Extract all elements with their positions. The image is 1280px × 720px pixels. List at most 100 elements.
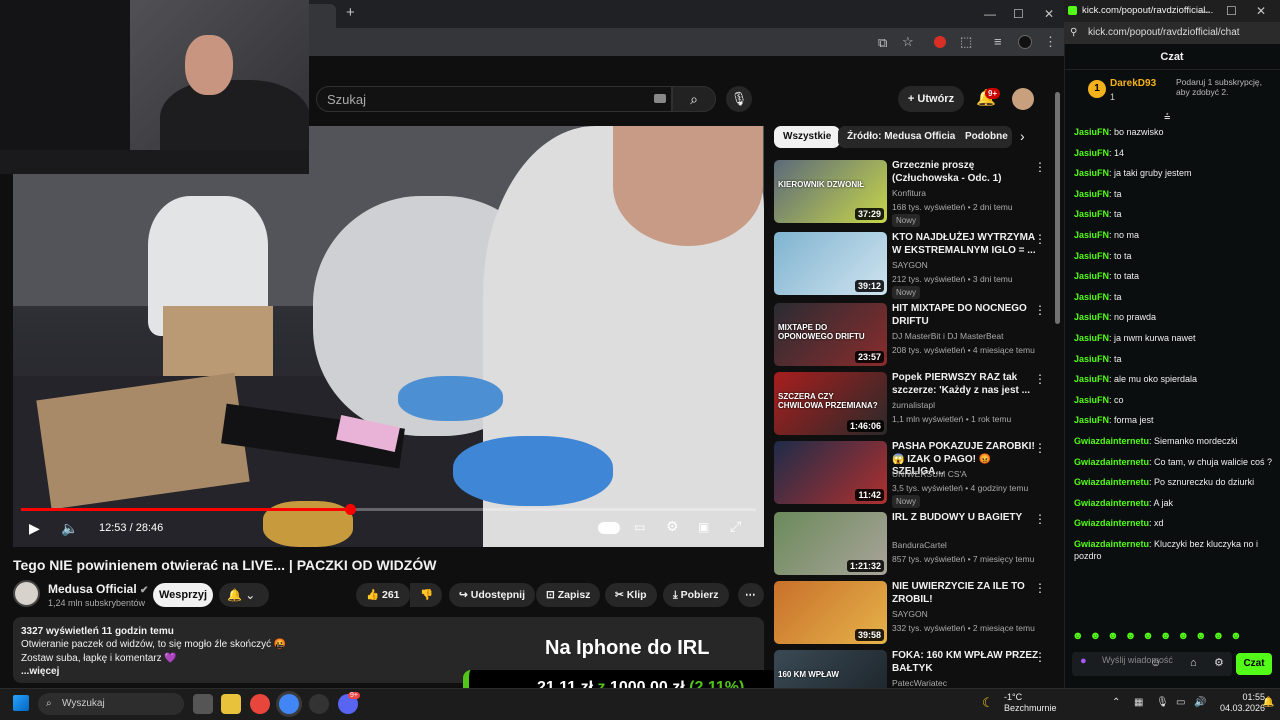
- settings-gear-icon[interactable]: ⚙: [666, 518, 679, 535]
- more-options-icon[interactable]: ⋮: [1034, 581, 1046, 595]
- subscription-bell-button[interactable]: 🔔 ⌄: [219, 583, 269, 607]
- chip-similar[interactable]: Podobne: [956, 126, 1012, 148]
- mic-button[interactable]: 🎙: [726, 86, 752, 112]
- more-options-icon[interactable]: ⋮: [1034, 650, 1046, 664]
- taskbar-search[interactable]: ⌕ Wyszukaj: [38, 693, 184, 715]
- subtitles-icon[interactable]: ▭: [634, 520, 645, 534]
- video-thumbnail[interactable]: MIXTAPE DO OPONOWEGO DRIFTU 23:57: [774, 303, 887, 366]
- save-button[interactable]: ⊡ Zapisz: [536, 583, 601, 607]
- clock[interactable]: 01:55 04.03.2026: [1220, 692, 1265, 714]
- recommended-title[interactable]: HIT MIXTAPE DO NOCNEGO DRIFTU: [892, 303, 1040, 328]
- media-icon[interactable]: ≡: [994, 34, 1002, 49]
- channel-avatar[interactable]: [13, 580, 40, 607]
- chrome-active-icon[interactable]: [279, 694, 299, 714]
- play-icon[interactable]: ▶: [29, 520, 40, 537]
- recommended-video[interactable]: KIEROWNIK DZWONIŁ 37:29 Grzecznie proszę (…: [774, 160, 1054, 227]
- scrollbar[interactable]: [1055, 92, 1060, 324]
- chat-username[interactable]: JasiuFN: [1074, 271, 1109, 281]
- chat-username[interactable]: JasiuFN: [1074, 374, 1109, 384]
- menu-dots-icon[interactable]: ⋮: [1044, 34, 1057, 50]
- recommended-title[interactable]: NIE UWIERZYCIE ZA ILE TO ZROBIL!: [892, 581, 1040, 606]
- chat-username[interactable]: Gwiazdainternetu: [1074, 477, 1149, 487]
- tray-app-icon[interactable]: ▦: [1134, 697, 1143, 708]
- tray-mic-icon[interactable]: 🎙: [1156, 697, 1169, 708]
- puzzle-icon[interactable]: ⬚: [960, 34, 972, 50]
- chat-username[interactable]: JasiuFN: [1074, 292, 1109, 302]
- video-thumbnail[interactable]: 39:12: [774, 232, 887, 295]
- volume-icon[interactable]: 🔊: [1194, 697, 1206, 708]
- chevron-right-icon[interactable]: ›: [1020, 128, 1025, 144]
- microphone-icon[interactable]: ●: [1080, 656, 1087, 667]
- chat-username[interactable]: JasiuFN: [1074, 230, 1109, 240]
- maximize-button[interactable]: ☐: [1226, 0, 1237, 22]
- chat-username[interactable]: Gwiazdainternetu: [1074, 436, 1149, 446]
- obs-icon[interactable]: [309, 694, 329, 714]
- recommended-title[interactable]: FOKA: 160 KM WPŁAW PRZEZ BAŁTYK: [892, 650, 1040, 675]
- avatar[interactable]: [1012, 88, 1034, 110]
- recommended-channel[interactable]: PatecWariatec: [892, 678, 947, 688]
- minimize-button[interactable]: —: [984, 7, 996, 21]
- recommended-channel[interactable]: Konfitura: [892, 188, 926, 198]
- search-input[interactable]: Szukaj: [316, 86, 672, 112]
- recommended-channel[interactable]: żurnalistapl: [892, 400, 935, 410]
- autoplay-toggle[interactable]: [598, 522, 620, 534]
- create-button[interactable]: + Utwórz: [898, 86, 964, 112]
- maximize-button[interactable]: ☐: [1013, 7, 1024, 21]
- keyboard-icon[interactable]: [654, 94, 666, 103]
- dislike-button[interactable]: 👎: [410, 583, 442, 607]
- chat-username[interactable]: JasiuFN: [1074, 209, 1109, 219]
- clip-button[interactable]: ✂ Klip: [605, 583, 657, 607]
- chat-username[interactable]: JasiuFN: [1074, 251, 1109, 261]
- chat-username[interactable]: Gwiazdainternetu: [1074, 457, 1149, 467]
- video-thumbnail[interactable]: KIEROWNIK DZWONIŁ 37:29: [774, 160, 887, 223]
- recommended-video[interactable]: MIXTAPE DO OPONOWEGO DRIFTU 23:57 HIT MIXT…: [774, 303, 1054, 369]
- more-actions-button[interactable]: ⋯: [738, 583, 764, 607]
- recommended-video[interactable]: 11:42 PASHA POKAZUJE ZAROBKI! 😱 IZAK O PA…: [774, 441, 1054, 508]
- recommended-channel[interactable]: SAYGON: [892, 609, 928, 619]
- store-icon[interactable]: ⌂: [1190, 657, 1197, 669]
- tray-chevron-icon[interactable]: ⌃: [1112, 697, 1120, 708]
- network-icon[interactable]: ▭: [1176, 697, 1185, 708]
- chat-username[interactable]: JasiuFN: [1074, 415, 1109, 425]
- chat-username[interactable]: Gwiazdainternetu: [1074, 518, 1149, 528]
- more-options-icon[interactable]: ⋮: [1034, 160, 1046, 174]
- chat-settings-gear-icon[interactable]: ⚙: [1214, 656, 1224, 669]
- recommended-video[interactable]: 39:58 NIE UWIERZYCIE ZA ILE TO ZROBIL! SAY…: [774, 581, 1054, 647]
- minimize-button[interactable]: —: [1198, 0, 1210, 22]
- recommended-channel[interactable]: BandurаCartel: [892, 540, 947, 550]
- like-button[interactable]: 👍 261: [356, 583, 410, 607]
- more-options-icon[interactable]: ⋮: [1034, 303, 1046, 317]
- support-button[interactable]: Wesprzyj: [153, 583, 213, 607]
- more-options-icon[interactable]: ⋮: [1034, 441, 1046, 455]
- profile-icon[interactable]: [1018, 35, 1032, 49]
- chat-username[interactable]: Gwiazdainternetu: [1074, 539, 1149, 549]
- chrome-icon[interactable]: [250, 694, 270, 714]
- notification-center-icon[interactable]: 🔔: [1262, 697, 1274, 708]
- chat-url-bar[interactable]: ⚲ kick.com/popout/ravdziofficial/chat: [1064, 22, 1280, 44]
- gift-prompt[interactable]: Podaruj 1 subskrypcję, aby zdobyć 2.: [1176, 77, 1264, 97]
- recommended-title[interactable]: Popek PIERWSZY RAZ tak szczerze: 'Każdy …: [892, 372, 1040, 397]
- share-button[interactable]: ↪ Udostępnij: [449, 583, 535, 607]
- windows-start-icon[interactable]: [13, 695, 29, 711]
- emote-picker-icon[interactable]: ☺: [1150, 657, 1161, 669]
- video-thumbnail[interactable]: 39:58: [774, 581, 887, 644]
- chip-source[interactable]: Źródło: Medusa Official: [838, 126, 968, 148]
- theater-mode-icon[interactable]: ▣: [698, 520, 709, 534]
- chat-username[interactable]: JasiuFN: [1074, 333, 1109, 343]
- task-view-icon[interactable]: [193, 694, 213, 714]
- video-thumbnail[interactable]: SZCZERA CZY CHWILOWA PRZEMIANA? 1:46:06: [774, 372, 887, 435]
- gift-leaderboard[interactable]: 1 DarekD93 1 Podaruj 1 subskrypcję, aby …: [1080, 74, 1264, 112]
- chat-username[interactable]: JasiuFN: [1074, 127, 1109, 137]
- fullscreen-icon[interactable]: ⤢: [730, 518, 741, 535]
- recommended-channel[interactable]: SAYGON: [892, 260, 928, 270]
- gifter-name[interactable]: DarekD93: [1110, 78, 1156, 89]
- site-info-icon[interactable]: ⚲: [1070, 22, 1077, 44]
- video-thumbnail[interactable]: 11:42: [774, 441, 887, 504]
- chat-username[interactable]: JasiuFN: [1074, 312, 1109, 322]
- bookmark-star-icon[interactable]: ☆: [902, 34, 914, 50]
- extension-icon[interactable]: [934, 36, 946, 48]
- more-options-icon[interactable]: ⋮: [1034, 372, 1046, 386]
- sticky-notes-icon[interactable]: [221, 694, 241, 714]
- video-player[interactable]: [13, 126, 764, 547]
- volume-icon[interactable]: 🔈: [61, 520, 78, 537]
